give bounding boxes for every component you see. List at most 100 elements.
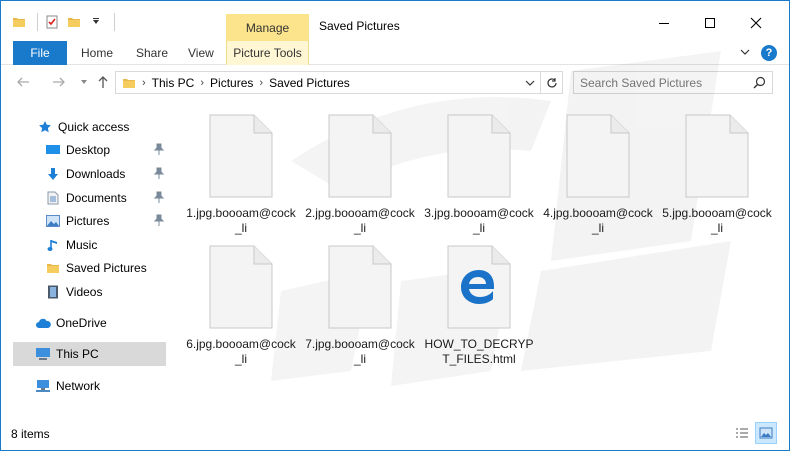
nav-item-saved-pictures[interactable]: Saved Pictures [1, 256, 166, 280]
minimize-button[interactable] [641, 11, 687, 35]
nav-item-desktop[interactable]: Desktop [1, 138, 166, 162]
computer-icon [35, 346, 51, 362]
file-item[interactable]: 5.jpg.boooam@cock_li [657, 106, 777, 236]
title-bar: Manage Saved Pictures [1, 1, 789, 41]
blank-file-icon [181, 106, 301, 206]
nav-label: Desktop [66, 143, 111, 157]
blank-file-icon [419, 106, 539, 206]
nav-label: Music [66, 238, 98, 252]
breadcrumb-pictures[interactable]: Pictures [210, 76, 253, 90]
status-bar: 8 items [1, 420, 789, 450]
folder-icon [122, 76, 136, 90]
explorer-window: Manage Saved Pictures File Home Share Vi… [0, 0, 790, 451]
address-controls [520, 72, 562, 93]
breadcrumb-separator-icon: › [142, 76, 146, 89]
tab-manage[interactable]: Manage [226, 14, 309, 41]
file-item[interactable]: 4.jpg.boooam@cock_li [538, 106, 658, 236]
cloud-icon [35, 315, 51, 331]
star-icon [37, 119, 53, 135]
nav-label: OneDrive [56, 316, 107, 330]
nav-item-music[interactable]: Music [1, 233, 166, 257]
properties-icon[interactable] [44, 14, 60, 30]
blank-file-icon [657, 106, 777, 206]
file-name: 7.jpg.boooam@cock_li [305, 337, 415, 366]
view-switcher [731, 422, 777, 444]
search-icon[interactable] [753, 76, 766, 92]
pin-icon[interactable] [153, 191, 165, 206]
nav-item-network[interactable]: Network [1, 374, 166, 398]
tab-picture-tools[interactable]: Picture Tools [226, 41, 309, 65]
breadcrumb-separator-icon: › [200, 76, 205, 89]
file-name: 4.jpg.boooam@cock_li [543, 206, 653, 235]
tab-share[interactable]: Share [136, 41, 168, 65]
nav-item-onedrive[interactable]: OneDrive [1, 311, 166, 335]
blank-file-icon [300, 106, 420, 206]
file-item[interactable]: 7.jpg.boooam@cock_li [300, 237, 420, 367]
recent-locations-icon[interactable] [76, 73, 92, 91]
nav-label: Quick access [58, 120, 130, 134]
expand-ribbon-icon[interactable] [739, 46, 751, 61]
nav-item-videos[interactable]: Videos [1, 280, 166, 304]
breadcrumb-saved-pictures[interactable]: Saved Pictures [269, 76, 350, 90]
close-button[interactable] [733, 11, 779, 35]
breadcrumb-separator-icon: › [259, 76, 264, 89]
file-item[interactable]: 2.jpg.boooam@cock_li [300, 106, 420, 236]
downloads-icon [45, 166, 61, 182]
tab-file[interactable]: File [13, 41, 67, 65]
pin-icon[interactable] [153, 214, 165, 229]
file-item[interactable]: 3.jpg.boooam@cock_li [419, 106, 539, 236]
up-arrow-icon[interactable] [95, 73, 111, 91]
file-name: 6.jpg.boooam@cock_li [186, 337, 296, 366]
nav-quick-access[interactable]: Quick access [1, 115, 166, 139]
tab-view[interactable]: View [188, 41, 214, 65]
file-name: 2.jpg.boooam@cock_li [305, 206, 415, 235]
close-icon [750, 17, 762, 29]
nav-label: Pictures [66, 214, 110, 228]
back-arrow-icon[interactable] [15, 73, 31, 91]
file-item[interactable]: 1.jpg.boooam@cock_li [181, 106, 301, 236]
file-item[interactable]: 6.jpg.boooam@cock_li [181, 237, 301, 367]
refresh-icon[interactable] [540, 72, 562, 93]
window-title: Saved Pictures [319, 19, 400, 33]
customize-toolbar-icon[interactable] [88, 14, 104, 30]
details-view-button[interactable] [731, 422, 753, 444]
edge-html-file-icon [419, 237, 539, 337]
blank-file-icon [181, 237, 301, 337]
nav-item-downloads[interactable]: Downloads [1, 162, 166, 186]
nav-item-pictures[interactable]: Pictures [1, 209, 166, 233]
search-box[interactable] [573, 71, 773, 94]
nav-item-documents[interactable]: Documents [1, 186, 166, 210]
folder-icon [45, 260, 61, 276]
search-input[interactable] [580, 75, 750, 90]
maximize-icon [705, 18, 715, 28]
toolbar-divider [37, 13, 38, 31]
new-folder-icon[interactable] [66, 14, 82, 30]
blank-file-icon [538, 106, 658, 206]
pin-icon[interactable] [153, 167, 165, 182]
forward-arrow-icon[interactable] [51, 73, 67, 91]
folder-icon[interactable] [11, 14, 27, 30]
nav-item-this-pc[interactable]: This PC [13, 342, 166, 366]
nav-label: This PC [56, 347, 99, 361]
ribbon-tabs: File Home Share View Picture Tools ? [1, 41, 789, 65]
file-name: 3.jpg.boooam@cock_li [424, 206, 534, 235]
help-icon[interactable]: ? [761, 45, 777, 61]
file-name: HOW_TO_DECRYPT_FILES.html [424, 337, 534, 366]
address-bar[interactable]: › This PC › Pictures › Saved Pictures [115, 71, 563, 94]
address-dropdown-icon[interactable] [520, 72, 540, 93]
maximize-button[interactable] [687, 11, 733, 35]
file-name: 1.jpg.boooam@cock_li [186, 206, 296, 235]
nav-label: Documents [66, 191, 127, 205]
toolbar-divider [114, 13, 115, 31]
file-name: 5.jpg.boooam@cock_li [662, 206, 772, 235]
ribbon-controls: ? [739, 45, 777, 61]
nav-label: Downloads [66, 167, 126, 181]
pin-icon[interactable] [153, 143, 165, 158]
file-list: 1.jpg.boooam@cock_li 2.jpg.boooam@cock_li… [181, 101, 789, 416]
file-item[interactable]: HOW_TO_DECRYPT_FILES.html [419, 237, 539, 367]
large-icons-view-button[interactable] [755, 422, 777, 444]
tab-home[interactable]: Home [81, 41, 113, 65]
breadcrumb-this-pc[interactable]: This PC [152, 76, 195, 90]
details-view-icon [736, 428, 748, 438]
network-icon [35, 378, 51, 394]
